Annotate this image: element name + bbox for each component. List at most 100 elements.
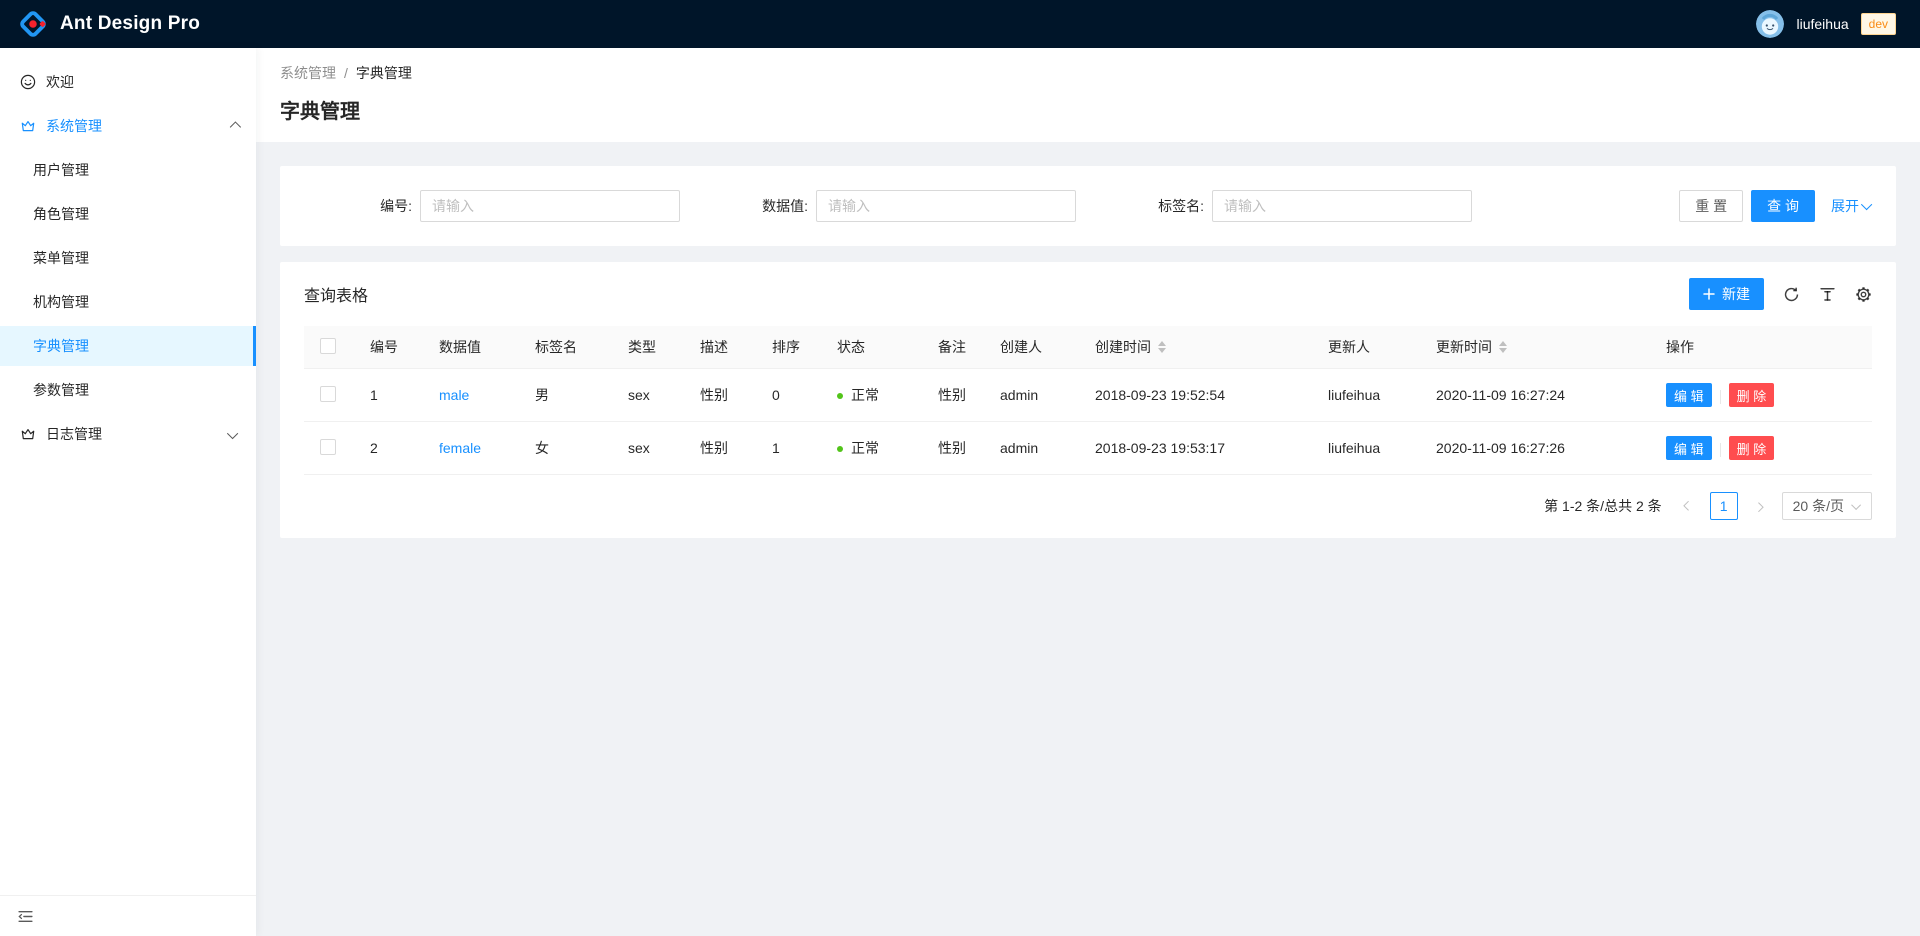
filter-card: 编号: 数据值: 标签名: 重 置 查 询 展开 bbox=[280, 166, 1896, 246]
filter-field-tag: 标签名: bbox=[1096, 190, 1492, 222]
username[interactable]: liufeihua bbox=[1796, 16, 1848, 32]
table-row: 1 male 男 sex 性别 0 正常 性别 admin 2018-09-23… bbox=[304, 369, 1872, 422]
sidebar-item-label: 欢迎 bbox=[46, 72, 74, 92]
select-all-checkbox[interactable] bbox=[320, 338, 336, 354]
col-header-type: 类型 bbox=[612, 326, 684, 369]
cell-label: 男 bbox=[519, 369, 612, 422]
filter-actions: 重 置 查 询 展开 bbox=[1679, 190, 1872, 222]
col-header-remark: 备注 bbox=[922, 326, 984, 369]
col-header-value: 数据值 bbox=[423, 326, 519, 369]
top-header: Ant Design Pro liufeihua dev bbox=[0, 0, 1920, 48]
ant-design-logo-icon bbox=[18, 9, 48, 39]
sidebar-item-welcome[interactable]: 欢迎 bbox=[0, 62, 256, 102]
cell-created: 2018-09-23 19:52:54 bbox=[1079, 369, 1312, 422]
delete-button[interactable]: 删 除 bbox=[1729, 383, 1775, 407]
app-title: Ant Design Pro bbox=[60, 13, 200, 35]
cell-sort: 0 bbox=[756, 369, 821, 422]
action-divider bbox=[1720, 443, 1721, 457]
env-tag: dev bbox=[1861, 13, 1896, 35]
edit-button[interactable]: 编 辑 bbox=[1666, 383, 1712, 407]
col-header-actions: 操作 bbox=[1650, 326, 1872, 369]
col-header-updated: 更新时间 bbox=[1420, 326, 1650, 369]
cell-status: 正常 bbox=[821, 422, 922, 475]
reload-icon[interactable] bbox=[1783, 286, 1800, 303]
breadcrumb-item-current: 字典管理 bbox=[356, 63, 412, 83]
page-number-button[interactable]: 1 bbox=[1710, 492, 1738, 520]
sidebar-item-label: 日志管理 bbox=[46, 424, 102, 444]
col-header-sort: 排序 bbox=[756, 326, 821, 369]
cell-value-link[interactable]: male bbox=[439, 387, 469, 403]
header-right: liufeihua dev bbox=[1756, 10, 1896, 38]
column-height-icon[interactable] bbox=[1819, 286, 1836, 303]
sidebar-item-log-mgmt[interactable]: 日志管理 bbox=[0, 414, 256, 454]
page-header: 系统管理 / 字典管理 字典管理 bbox=[256, 48, 1920, 142]
cell-updated: 2020-11-09 16:27:24 bbox=[1420, 369, 1650, 422]
cell-remark: 性别 bbox=[922, 422, 984, 475]
sort-carets-icon bbox=[1499, 341, 1507, 353]
cell-id: 1 bbox=[354, 369, 423, 422]
action-divider bbox=[1720, 390, 1721, 404]
cell-updated: 2020-11-09 16:27:26 bbox=[1420, 422, 1650, 475]
cell-remark: 性别 bbox=[922, 369, 984, 422]
cell-label: 女 bbox=[519, 422, 612, 475]
toolbar-actions: 新建 bbox=[1689, 278, 1872, 310]
settings-gear-icon[interactable] bbox=[1855, 286, 1872, 303]
cell-sort: 1 bbox=[756, 422, 821, 475]
col-header-status: 状态 bbox=[821, 326, 922, 369]
next-page-button[interactable] bbox=[1746, 492, 1774, 520]
table-header-row: 编号 数据值 标签名 类型 描述 排序 状态 备注 创建人 bbox=[304, 326, 1872, 369]
cell-value-link[interactable]: female bbox=[439, 440, 481, 456]
logo-area[interactable]: Ant Design Pro bbox=[18, 9, 200, 39]
prev-page-button[interactable] bbox=[1674, 492, 1702, 520]
delete-button[interactable]: 删 除 bbox=[1729, 436, 1775, 460]
sidebar-item-param-mgmt[interactable]: 参数管理 bbox=[0, 370, 256, 410]
sort-updated-time[interactable]: 更新时间 bbox=[1436, 337, 1507, 357]
sidebar: 欢迎 系统管理 用户管理 角色管理 菜单管理 机构管 bbox=[0, 48, 256, 936]
expand-link[interactable]: 展开 bbox=[1831, 196, 1872, 216]
cell-actions: 编 辑删 除 bbox=[1650, 369, 1872, 422]
chevron-down-icon bbox=[1861, 199, 1872, 210]
row-checkbox[interactable] bbox=[320, 439, 336, 455]
data-table: 编号 数据值 标签名 类型 描述 排序 状态 备注 创建人 bbox=[280, 326, 1896, 475]
sidebar-item-menu-mgmt[interactable]: 菜单管理 bbox=[0, 238, 256, 278]
filter-label-id: 编号: bbox=[304, 196, 420, 216]
cell-creator: admin bbox=[984, 422, 1079, 475]
filter-label-tag: 标签名: bbox=[1096, 196, 1212, 216]
avatar[interactable] bbox=[1756, 10, 1784, 38]
chevron-up-icon bbox=[230, 118, 238, 134]
sort-created-time[interactable]: 创建时间 bbox=[1095, 337, 1166, 357]
table-card-title: 查询表格 bbox=[304, 282, 368, 306]
col-header-id: 编号 bbox=[354, 326, 423, 369]
cell-creator: admin bbox=[984, 369, 1079, 422]
row-checkbox[interactable] bbox=[320, 386, 336, 402]
sidebar-item-dict-mgmt[interactable]: 字典管理 bbox=[0, 326, 256, 366]
value-input[interactable] bbox=[816, 190, 1076, 222]
tag-input[interactable] bbox=[1212, 190, 1472, 222]
cell-type: sex bbox=[612, 369, 684, 422]
sidebar-item-label: 系统管理 bbox=[46, 116, 102, 136]
cell-desc: 性别 bbox=[684, 369, 756, 422]
cell-updater: liufeihua bbox=[1312, 369, 1420, 422]
page-size-select[interactable]: 20 条/页 bbox=[1782, 492, 1872, 520]
sidebar-item-system-mgmt[interactable]: 系统管理 bbox=[0, 106, 256, 146]
collapse-sider-icon[interactable] bbox=[17, 908, 34, 925]
sidebar-item-org-mgmt[interactable]: 机构管理 bbox=[0, 282, 256, 322]
chevron-down-icon bbox=[1851, 500, 1861, 510]
crown-icon bbox=[20, 426, 36, 442]
new-button[interactable]: 新建 bbox=[1689, 278, 1764, 310]
cell-id: 2 bbox=[354, 422, 423, 475]
breadcrumb-item[interactable]: 系统管理 bbox=[280, 63, 336, 83]
id-input[interactable] bbox=[420, 190, 680, 222]
breadcrumb-separator: / bbox=[344, 65, 348, 81]
edit-button[interactable]: 编 辑 bbox=[1666, 436, 1712, 460]
sidebar-item-role-mgmt[interactable]: 角色管理 bbox=[0, 194, 256, 234]
breadcrumb: 系统管理 / 字典管理 bbox=[280, 63, 1896, 83]
reset-button[interactable]: 重 置 bbox=[1679, 190, 1743, 222]
chevron-left-icon bbox=[1683, 500, 1693, 510]
col-header-updater: 更新人 bbox=[1312, 326, 1420, 369]
chevron-right-icon bbox=[1754, 502, 1764, 512]
sidebar-item-user-mgmt[interactable]: 用户管理 bbox=[0, 150, 256, 190]
col-header-created: 创建时间 bbox=[1079, 326, 1312, 369]
cell-desc: 性别 bbox=[684, 422, 756, 475]
search-button[interactable]: 查 询 bbox=[1751, 190, 1815, 222]
